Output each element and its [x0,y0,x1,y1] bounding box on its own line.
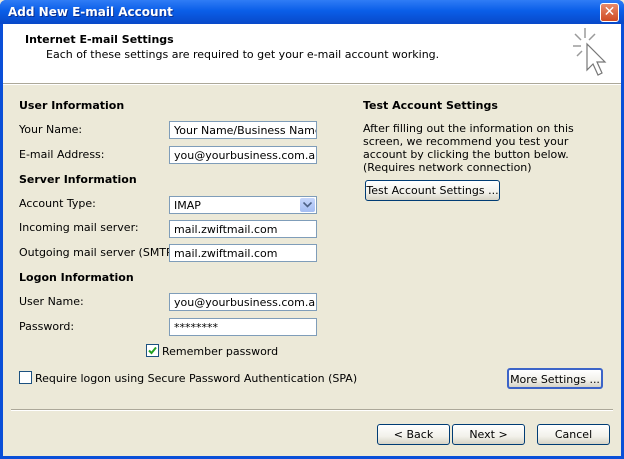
account-type-select[interactable]: IMAP [169,196,317,214]
account-type-value: IMAP [174,199,201,212]
dialog-window: Add New E-mail Account ✕ Internet E-mail… [0,0,624,459]
more-settings-button[interactable]: More Settings ... [507,368,603,389]
cancel-button[interactable]: Cancel [537,424,610,445]
remember-password-label[interactable]: Remember password [162,345,278,358]
close-icon: ✕ [603,4,616,20]
test-account-settings-button[interactable]: Test Account Settings ... [365,180,500,201]
user-info-heading: User Information [19,99,125,112]
incoming-server-field[interactable]: mail.zwiftmail.com [169,220,317,238]
header-subtitle: Each of these settings are required to g… [46,48,440,61]
user-name-field[interactable]: you@yourbusiness.com.au [169,293,317,311]
outgoing-server-field[interactable]: mail.zwiftmail.com [169,244,317,262]
remember-password-checkbox[interactable] [146,344,159,357]
password-field[interactable]: ******** [169,318,317,336]
email-address-field[interactable]: you@yourbusiness.com.au [169,146,317,164]
window-title: Add New E-mail Account [8,5,173,19]
next-button[interactable]: Next > [452,424,525,445]
footer-divider [11,409,613,411]
logon-info-heading: Logon Information [19,271,134,284]
close-button[interactable]: ✕ [600,3,619,22]
check-icon [148,346,157,355]
test-settings-heading: Test Account Settings [363,99,498,112]
cursor-sparkle-icon [573,28,607,76]
dialog-body: Internet E-mail Settings Each of these s… [3,24,621,456]
incoming-server-label: Incoming mail server: [19,221,139,234]
account-type-label: Account Type: [19,197,96,210]
user-name-label: User Name: [19,295,84,308]
test-settings-description: After filling out the information on thi… [363,122,574,174]
dropdown-button[interactable] [300,198,315,212]
back-button[interactable]: < Back [377,424,450,445]
password-label: Password: [19,320,75,333]
chevron-down-icon [303,202,312,208]
your-name-label: Your Name: [19,123,83,136]
title-bar[interactable]: Add New E-mail Account ✕ [0,0,624,24]
your-name-field[interactable]: Your Name/Business Name [169,121,317,139]
outgoing-server-label: Outgoing mail server (SMTP): [19,246,181,259]
header-title: Internet E-mail Settings [25,33,174,46]
server-info-heading: Server Information [19,173,137,186]
header-divider [3,84,621,85]
spa-label[interactable]: Require logon using Secure Password Auth… [35,372,357,385]
spa-checkbox[interactable] [19,371,32,384]
header-panel: Internet E-mail Settings Each of these s… [3,24,621,84]
email-address-label: E-mail Address: [19,148,105,161]
